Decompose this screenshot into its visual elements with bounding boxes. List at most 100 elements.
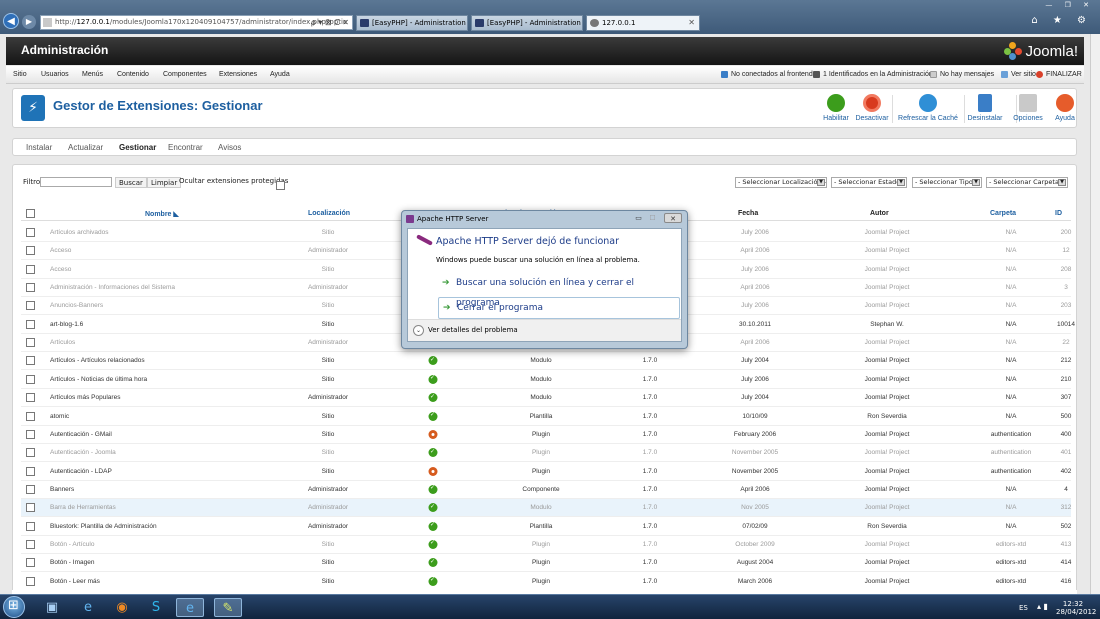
internet-explorer-active-icon[interactable]: e: [176, 598, 204, 617]
extension-name[interactable]: Autenticación - Joomla: [50, 449, 116, 456]
extension-name[interactable]: Artículos: [50, 339, 75, 346]
extension-name[interactable]: Autenticación - LDAP: [50, 468, 112, 475]
enabled-status-icon[interactable]: [428, 576, 438, 586]
tray-icons[interactable]: ▴ ▮: [1037, 602, 1048, 611]
refresh-cache-button[interactable]: Refrescar la Caché: [898, 94, 958, 122]
find-solution-option[interactable]: ➔ Buscar una solución en línea y cerrar …: [438, 273, 680, 308]
address-bar[interactable]: http://127.0.0.1/modules/Joomla170x12040…: [40, 15, 353, 30]
col-location[interactable]: Localización: [308, 210, 350, 217]
table-row[interactable]: Banners Administrador Componente 1.7.0 April…: [21, 481, 1071, 499]
table-row[interactable]: Autenticación - LDAP Sitio Plugin 1.7.0 Nove…: [21, 463, 1071, 481]
table-row[interactable]: Autenticación - Joomla Sitio Plugin 1.7.0 No…: [21, 444, 1071, 463]
table-row[interactable]: Botón - Leer más Sitio Plugin 1.7.0 March 20…: [21, 573, 1071, 591]
start-button[interactable]: [3, 596, 25, 618]
select-all-checkbox[interactable]: [26, 209, 35, 218]
extension-name[interactable]: Autenticación - GMail: [50, 431, 112, 438]
row-checkbox[interactable]: [26, 374, 35, 384]
skype-icon[interactable]: S: [142, 598, 170, 617]
table-row[interactable]: Botón - Artículo Sitio Plugin 1.7.0 October …: [21, 536, 1071, 554]
chevron-down-icon[interactable]: ⌄: [413, 325, 424, 336]
enabled-status-icon[interactable]: [428, 484, 438, 494]
tab-gestionar[interactable]: Gestionar: [119, 143, 156, 152]
menu-usuarios[interactable]: Usuarios: [41, 71, 69, 78]
help-button[interactable]: Ayuda: [1039, 94, 1091, 122]
menu-menus[interactable]: Menús: [82, 71, 103, 78]
row-checkbox[interactable]: [26, 338, 35, 348]
forward-button[interactable]: ▶: [22, 15, 36, 29]
status-messages[interactable]: No hay mensajes: [930, 71, 994, 78]
enabled-status-icon[interactable]: [428, 411, 438, 421]
disabled-status-icon[interactable]: [428, 429, 438, 439]
row-checkbox[interactable]: [26, 356, 35, 366]
extension-name[interactable]: Artículos - Artículos relacionados: [50, 357, 145, 364]
extension-name[interactable]: Artículos más Populares: [50, 394, 120, 401]
minimize-icon[interactable]: ▭: [631, 213, 646, 223]
select-state[interactable]: - Seleccionar Estado - ▼: [831, 177, 907, 188]
disabled-status-icon[interactable]: [428, 466, 438, 476]
menu-componentes[interactable]: Componentes: [163, 71, 207, 78]
table-row[interactable]: Barra de Herramientas Administrador Modulo…: [21, 499, 1071, 518]
table-row[interactable]: Artículos más Populares Administrador Modu…: [21, 389, 1071, 408]
extension-name[interactable]: Acceso: [50, 266, 71, 273]
clear-button[interactable]: Limpiar: [147, 177, 182, 188]
row-checkbox[interactable]: [26, 411, 35, 421]
firefox-icon[interactable]: ◉: [108, 598, 136, 617]
tab-encontrar[interactable]: Encontrar: [168, 143, 203, 152]
extension-name[interactable]: Banners: [50, 486, 74, 493]
enabled-status-icon[interactable]: [428, 503, 438, 513]
extension-name[interactable]: Botón - Leer más: [50, 578, 100, 585]
extension-name[interactable]: Artículos - Noticias de última hora: [50, 376, 147, 383]
menu-contenido[interactable]: Contenido: [117, 71, 149, 78]
table-row[interactable]: atomic Sitio Plantilla 1.7.0 10/10/09 Ron Sev…: [21, 408, 1071, 426]
row-checkbox[interactable]: [26, 576, 35, 586]
tab-localhost[interactable]: 127.0.0.1 ✕: [586, 15, 700, 31]
enabled-status-icon[interactable]: [428, 393, 438, 403]
window-controls[interactable]: — ❐ ✕: [1045, 1, 1094, 9]
close-tab-icon[interactable]: ✕: [688, 16, 695, 30]
row-checkbox[interactable]: [26, 264, 35, 274]
row-checkbox[interactable]: [26, 539, 35, 549]
enabled-status-icon[interactable]: [428, 374, 438, 384]
extension-name[interactable]: Acceso: [50, 247, 71, 254]
search-button[interactable]: Buscar: [115, 177, 147, 188]
tab-easyphp-2[interactable]: [EasyPHP] - Administration: [471, 15, 583, 31]
table-row[interactable]: Botón - Imagen Sitio Plugin 1.7.0 August 200…: [21, 554, 1071, 573]
tab-instalar[interactable]: Instalar: [26, 143, 52, 152]
enabled-status-icon[interactable]: [428, 558, 438, 568]
page-scrollbar[interactable]: [1090, 34, 1100, 594]
address-tools-icons[interactable]: ρ ▾ ⊠ C ✕: [311, 16, 349, 29]
row-checkbox[interactable]: [26, 228, 35, 237]
close-program-option[interactable]: ➔ Cerrar el programa: [438, 297, 680, 319]
tab-avisos[interactable]: Avisos: [218, 143, 241, 152]
row-checkbox[interactable]: [26, 503, 35, 513]
internet-explorer-icon[interactable]: e: [74, 598, 102, 617]
row-checkbox[interactable]: [26, 301, 35, 311]
filter-search-input[interactable]: [40, 177, 112, 187]
row-checkbox[interactable]: [26, 558, 35, 568]
col-folder[interactable]: Carpeta: [990, 210, 1016, 217]
enabled-status-icon[interactable]: [428, 539, 438, 549]
extension-name[interactable]: Artículos archivados: [50, 229, 109, 236]
select-location[interactable]: - Seleccionar Localización - ▼: [735, 177, 827, 188]
enabled-status-icon[interactable]: [428, 448, 438, 458]
enabled-status-icon[interactable]: [428, 356, 438, 366]
extension-name[interactable]: Barra de Herramientas: [50, 504, 116, 511]
row-checkbox[interactable]: [26, 484, 35, 494]
dialog-close-icon[interactable]: ✕: [664, 213, 682, 223]
language-indicator[interactable]: ES: [1019, 604, 1028, 612]
back-button[interactable]: ◀: [3, 13, 19, 29]
browser-toolbar-icons[interactable]: ⌂ ★ ⚙: [1031, 15, 1092, 26]
menu-ayuda[interactable]: Ayuda: [270, 71, 290, 78]
view-details-link[interactable]: Ver detalles del problema: [428, 326, 518, 334]
select-folder[interactable]: - Seleccionar Carpeta - ▼: [986, 177, 1068, 188]
extension-name[interactable]: Bluestork: Plantilla de Administración: [50, 523, 157, 530]
tab-actualizar[interactable]: Actualizar: [68, 143, 103, 152]
col-id[interactable]: ID: [1055, 210, 1062, 217]
row-checkbox[interactable]: [26, 246, 35, 256]
row-checkbox[interactable]: [26, 283, 35, 293]
row-checkbox[interactable]: [26, 521, 35, 531]
menu-sitio[interactable]: Sitio: [13, 71, 27, 78]
extension-name[interactable]: Administración - Informaciones del Siste…: [50, 284, 175, 291]
clock[interactable]: 12:32 28/04/2012: [1056, 600, 1096, 616]
tab-easyphp-1[interactable]: [EasyPHP] - Administration: [356, 15, 468, 31]
